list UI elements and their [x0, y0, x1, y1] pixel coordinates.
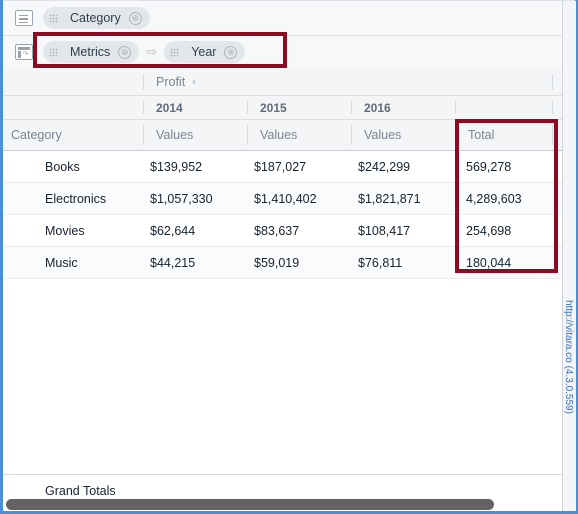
pivot-table-app: Category ⊗ ↷ Metrics ⊗ ⇨ Year ⊗ Profit ‹…: [0, 0, 578, 514]
close-icon[interactable]: ⊗: [224, 45, 238, 59]
rows-icon: [15, 10, 33, 26]
close-icon[interactable]: ⊗: [118, 45, 132, 59]
shelf-pill-category[interactable]: Category ⊗: [43, 7, 150, 29]
measure-group-label: Profit: [156, 75, 186, 89]
shelf-pill-label: Category: [70, 11, 121, 25]
cell-value-2015: $83,637: [254, 223, 300, 238]
table-row[interactable]: Books $139,952 $187,027 $242,299 569,278: [3, 151, 562, 183]
drag-handle-icon[interactable]: [49, 47, 58, 57]
table-body: Books $139,952 $187,027 $242,299 569,278…: [3, 151, 562, 279]
horizontal-scrollbar-thumb[interactable]: [6, 499, 494, 510]
cell-category: Books: [45, 159, 80, 174]
close-icon[interactable]: ⊗: [128, 11, 142, 25]
column-header-values-2014[interactable]: Values: [143, 120, 247, 150]
cell-total: 254,698: [466, 223, 512, 238]
shelf-pill-label: Year: [191, 45, 217, 59]
cell-category: Music: [45, 255, 78, 270]
arrow-right-icon: ⇨: [146, 44, 158, 59]
column-header-2014[interactable]: 2014: [143, 96, 247, 119]
cell-value-2015: $59,019: [254, 255, 300, 270]
cell-value-2016: $108,417: [358, 223, 411, 238]
column-header-values-2015[interactable]: Values: [247, 120, 351, 150]
cell-category: Movies: [45, 223, 85, 238]
table-row[interactable]: Electronics $1,057,330 $1,410,402 $1,821…: [3, 183, 562, 215]
shelf-pill-label: Metrics: [70, 45, 111, 59]
cell-value-2016: $242,299: [358, 159, 411, 174]
cell-value-2014: $62,644: [150, 223, 196, 238]
shelf-pill-year[interactable]: Year ⊗: [164, 41, 246, 63]
column-header-total[interactable]: Total: [455, 120, 552, 150]
measure-group-header[interactable]: Profit ‹: [143, 69, 562, 95]
shelf-columns: ↷ Metrics ⊗ ⇨ Year ⊗: [3, 35, 562, 70]
shelf-rows: Category ⊗: [3, 1, 562, 36]
corner-header-category[interactable]: Category: [3, 120, 143, 150]
table-header: Profit ‹ 2014 2015 2016 Category Values …: [3, 69, 562, 151]
cell-value-2016: $76,811: [358, 255, 403, 270]
pivot-icon: ↷: [15, 44, 33, 60]
values-header-row: Category Values Values Values Total: [3, 120, 562, 150]
cell-total: 4,289,603: [466, 191, 522, 206]
shelf-area: Category ⊗ ↷ Metrics ⊗ ⇨ Year ⊗: [3, 1, 562, 70]
drag-handle-icon[interactable]: [49, 13, 58, 23]
year-header-row: 2014 2015 2016: [3, 96, 562, 120]
column-header-values-2016[interactable]: Values: [351, 120, 455, 150]
measure-header-row: Profit ‹: [3, 69, 562, 96]
table-row[interactable]: Music $44,215 $59,019 $76,811 180,044: [3, 247, 562, 279]
drag-handle-icon[interactable]: [170, 47, 180, 57]
cell-value-2016: $1,821,871: [358, 191, 421, 206]
cell-value-2014: $139,952: [150, 159, 203, 174]
pivot-table: Profit ‹ 2014 2015 2016 Category Values …: [3, 69, 562, 511]
column-header-2016[interactable]: 2016: [351, 96, 455, 119]
column-header-2015[interactable]: 2015: [247, 96, 351, 119]
cell-value-2015: $1,410,402: [254, 191, 317, 206]
shelf-pill-metrics[interactable]: Metrics ⊗: [43, 41, 140, 63]
table-row[interactable]: Movies $62,644 $83,637 $108,417 254,698: [3, 215, 562, 247]
cell-value-2015: $187,027: [254, 159, 307, 174]
cell-total: 569,278: [466, 159, 512, 174]
cell-value-2014: $44,215: [150, 255, 196, 270]
collapse-chevron-icon[interactable]: ‹: [192, 76, 196, 88]
cell-total: 180,044: [466, 255, 512, 270]
cell-value-2014: $1,057,330: [150, 191, 213, 206]
watermark-link[interactable]: http://vitara.co (4.3.0.559): [562, 300, 575, 500]
cell-category: Electronics: [45, 191, 107, 206]
